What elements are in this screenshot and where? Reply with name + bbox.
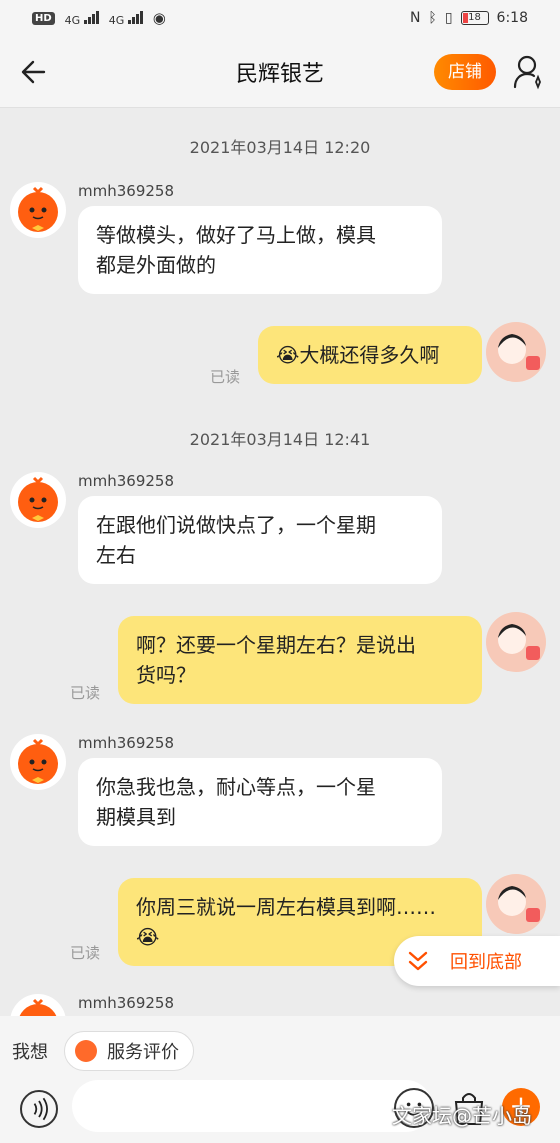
signal-icon: [83, 10, 99, 24]
seller-avatar[interactable]: [10, 994, 66, 1016]
my-avatar[interactable]: [486, 874, 546, 934]
status-right: N ᛒ ▯ 18 6:18: [410, 10, 528, 26]
my-avatar-icon: [486, 612, 546, 672]
chat-area[interactable]: 2021年03月14日 12:20 mmh369258 等做模头，做好了马上做，…: [0, 108, 560, 1016]
seller-avatar[interactable]: [10, 734, 66, 790]
quick-action-bar: 我想 服务评价: [0, 1016, 560, 1086]
back-to-bottom-label: 回到底部: [450, 952, 522, 973]
quick-label: 我想: [12, 1042, 48, 1063]
timestamp: 2021年03月14日 12:41: [189, 430, 371, 449]
user-profile-icon[interactable]: [512, 54, 546, 90]
message-input[interactable]: [72, 1080, 432, 1132]
clock: 6:18: [496, 10, 528, 26]
received-message[interactable]: 在跟他们说做快点了，一个星期 左右: [78, 496, 442, 584]
seller-avatar[interactable]: [10, 472, 66, 528]
service-rating-label: 服务评价: [107, 1042, 179, 1063]
read-status: 已读: [70, 684, 101, 702]
my-avatar[interactable]: [486, 612, 546, 672]
shop-button[interactable]: 店铺: [434, 54, 496, 90]
sender-name: mmh369258: [78, 994, 174, 1012]
seller-avatar-icon: [18, 476, 58, 522]
hd-badge: HD: [32, 11, 55, 25]
voice-icon[interactable]: [20, 1090, 58, 1128]
bluetooth-icon: ᛒ: [428, 10, 437, 26]
vibrate-icon: ▯: [444, 10, 453, 26]
service-rating-button[interactable]: 服务评价: [64, 1031, 194, 1071]
status-bar: HD 4G 4G ◉ N ᛒ ▯ 18 6:18: [0, 0, 560, 36]
my-avatar[interactable]: [486, 322, 546, 382]
my-avatar-icon: [486, 322, 546, 382]
back-to-bottom-button[interactable]: 回到底部: [394, 936, 560, 986]
read-status: 已读: [70, 944, 101, 962]
status-left: HD 4G 4G ◉: [32, 9, 166, 27]
read-status: 已读: [210, 368, 241, 386]
network-label: 4G: [65, 10, 99, 27]
sent-message[interactable]: 😭大概还得多久啊: [258, 326, 482, 384]
chat-header: 民辉银艺 店铺: [0, 36, 560, 108]
received-message[interactable]: 你急我也急，耐心等点，一个星 期模具到: [78, 758, 442, 846]
sender-name: mmh369258: [78, 734, 174, 752]
seller-avatar-icon: [18, 186, 58, 232]
sender-name: mmh369258: [78, 472, 174, 490]
sent-message[interactable]: 啊？还要一个星期左右？是说出 货吗？: [118, 616, 482, 704]
nfc-icon: N: [409, 10, 421, 26]
my-avatar-icon: [486, 874, 546, 934]
sender-name: mmh369258: [78, 182, 174, 200]
seller-avatar-icon: [18, 738, 58, 784]
received-message[interactable]: 等做模头，做好了马上做，模具 都是外面做的: [78, 206, 442, 294]
seller-avatar[interactable]: [10, 182, 66, 238]
timestamp: 2021年03月14日 12:20: [189, 138, 371, 157]
eye-icon: ◉: [152, 9, 166, 27]
rating-icon: [75, 1040, 97, 1062]
crying-emoji-icon: 😭: [276, 343, 300, 367]
seller-avatar-icon: [19, 998, 57, 1016]
signal-icon-2: [127, 10, 143, 24]
battery-icon: 18: [460, 11, 489, 25]
network-label-2: 4G: [109, 10, 143, 27]
double-chevron-down-icon: [408, 951, 428, 971]
watermark: 文家坛@芒小岛: [392, 1104, 532, 1128]
